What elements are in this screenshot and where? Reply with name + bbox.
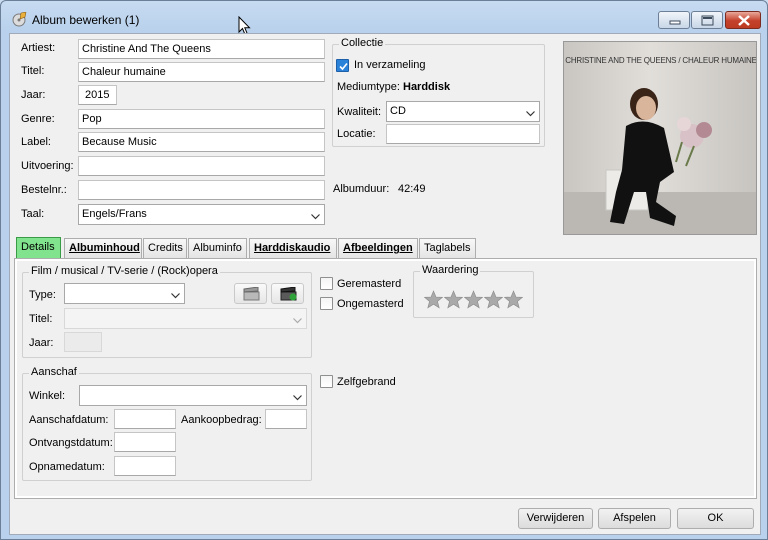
film-add-button[interactable] bbox=[271, 283, 304, 304]
tab-harddiskaudio[interactable]: Harddiskaudio bbox=[249, 238, 337, 258]
chevron-down-icon bbox=[293, 315, 302, 327]
duration-value: 42:49 bbox=[398, 183, 426, 195]
album-edit-window: Album bewerken (1) Artiest: Christine An… bbox=[0, 0, 768, 540]
tab-details[interactable]: Details bbox=[16, 237, 61, 259]
language-value: Engels/Frans bbox=[82, 208, 147, 220]
in-collection-checkbox[interactable] bbox=[336, 59, 349, 72]
shop-select[interactable] bbox=[79, 385, 307, 406]
cover-artwork-icon bbox=[564, 88, 756, 234]
film-clapper-icon bbox=[243, 287, 260, 301]
price-label: Aankoopbedrag: bbox=[181, 414, 262, 426]
star-icon[interactable] bbox=[483, 290, 504, 312]
quality-select[interactable]: CD bbox=[386, 101, 540, 122]
title-field[interactable]: Chaleur humaine bbox=[78, 62, 325, 82]
film-clapper-add-icon bbox=[280, 287, 297, 301]
film-group-title: Film / musical / TV-serie / (Rock)opera bbox=[29, 265, 220, 277]
rating-stars[interactable] bbox=[423, 290, 526, 312]
selfmade-label: Zelfgebrand bbox=[337, 376, 396, 388]
type-select[interactable] bbox=[64, 283, 185, 304]
year-field[interactable]: 2015 bbox=[78, 85, 117, 105]
ok-button[interactable]: OK bbox=[677, 508, 754, 529]
chevron-down-icon bbox=[171, 290, 180, 302]
artist-label: Artiest: bbox=[21, 42, 56, 54]
performance-label: Uitvoering: bbox=[21, 160, 74, 172]
film-search-button[interactable] bbox=[234, 283, 267, 304]
star-icon[interactable] bbox=[443, 290, 464, 312]
remastered-label: Geremasterd bbox=[337, 278, 402, 290]
star-icon[interactable] bbox=[503, 290, 524, 312]
star-icon[interactable] bbox=[463, 290, 484, 312]
type-label: Type: bbox=[29, 289, 56, 301]
order-number-field[interactable] bbox=[78, 180, 325, 200]
dialog-client-area: Artiest: Christine And The Queens Titel:… bbox=[9, 33, 761, 535]
tab-albuminhoud[interactable]: Albuminhoud bbox=[64, 238, 142, 258]
purchase-date-field[interactable] bbox=[114, 409, 176, 429]
receipt-date-label: Ontvangstdatum: bbox=[29, 437, 113, 449]
chevron-down-icon bbox=[293, 392, 302, 404]
tab-taglabels[interactable]: Taglabels bbox=[419, 238, 476, 258]
receipt-date-field[interactable] bbox=[114, 432, 176, 452]
language-label: Taal: bbox=[21, 208, 45, 220]
unremastered-label: Ongemasterd bbox=[337, 298, 404, 310]
details-content: Film / musical / TV-serie / (Rock)opera … bbox=[17, 261, 754, 496]
location-field[interactable] bbox=[386, 124, 540, 144]
purchase-date-label: Aanschafdatum: bbox=[29, 414, 109, 426]
mediatype-value: Harddisk bbox=[403, 81, 451, 93]
performance-field[interactable] bbox=[78, 156, 325, 176]
film-year-field[interactable] bbox=[64, 332, 102, 352]
title-label: Titel: bbox=[21, 65, 45, 77]
tab-strip: Details Albuminhoud Credits Albuminfo Ha… bbox=[16, 237, 756, 259]
label-label: Label: bbox=[21, 136, 51, 148]
close-window-button[interactable] bbox=[725, 11, 761, 29]
delete-button[interactable]: Verwijderen bbox=[518, 508, 593, 529]
album-cover-image[interactable]: CHRISTINE AND THE QUEENS / CHALEUR HUMAI… bbox=[563, 41, 757, 235]
shop-label: Winkel: bbox=[29, 390, 66, 402]
mediatype-label: Mediumtype: bbox=[337, 81, 400, 93]
unremastered-checkbox[interactable] bbox=[320, 297, 333, 310]
maximize-button[interactable] bbox=[691, 11, 723, 29]
star-icon[interactable] bbox=[423, 290, 444, 312]
purchase-group-title: Aanschaf bbox=[29, 366, 79, 378]
selfmade-checkbox[interactable] bbox=[320, 375, 333, 388]
film-title-label: Titel: bbox=[29, 313, 53, 325]
film-title-select[interactable] bbox=[64, 308, 307, 329]
year-label: Jaar: bbox=[21, 89, 46, 101]
chevron-down-icon bbox=[311, 211, 320, 223]
window-title: Album bewerken (1) bbox=[32, 13, 140, 27]
rating-group: Waardering bbox=[413, 264, 534, 318]
details-tab-panel: Film / musical / TV-serie / (Rock)opera … bbox=[14, 258, 757, 499]
in-collection-label: In verzameling bbox=[354, 59, 426, 71]
tab-albuminfo[interactable]: Albuminfo bbox=[188, 238, 247, 258]
artist-field[interactable]: Christine And The Queens bbox=[78, 39, 325, 59]
duration-label: Albumduur: bbox=[333, 183, 390, 195]
collection-group-title: Collectie bbox=[339, 37, 386, 49]
location-label: Locatie: bbox=[337, 128, 376, 140]
language-select[interactable]: Engels/Frans bbox=[78, 204, 325, 225]
chevron-down-icon bbox=[526, 108, 535, 120]
price-field[interactable] bbox=[265, 409, 307, 429]
rating-group-title: Waardering bbox=[420, 264, 481, 276]
quality-value: CD bbox=[390, 105, 406, 117]
app-icon bbox=[12, 11, 27, 27]
quality-label: Kwaliteit: bbox=[337, 106, 382, 118]
tab-afbeeldingen[interactable]: Afbeeldingen bbox=[338, 238, 418, 258]
recording-date-label: Opnamedatum: bbox=[29, 461, 105, 473]
tab-credits[interactable]: Credits bbox=[143, 238, 187, 258]
genre-field[interactable]: Pop bbox=[78, 109, 325, 129]
minimize-button[interactable] bbox=[658, 11, 690, 29]
remastered-checkbox[interactable] bbox=[320, 277, 333, 290]
order-number-label: Bestelnr.: bbox=[21, 184, 67, 196]
title-bar[interactable]: Album bewerken (1) bbox=[1, 1, 767, 36]
recording-date-field[interactable] bbox=[114, 456, 176, 476]
play-button[interactable]: Afspelen bbox=[598, 508, 671, 529]
label-field[interactable]: Because Music bbox=[78, 132, 325, 152]
genre-label: Genre: bbox=[21, 113, 55, 125]
film-year-label: Jaar: bbox=[29, 337, 54, 349]
